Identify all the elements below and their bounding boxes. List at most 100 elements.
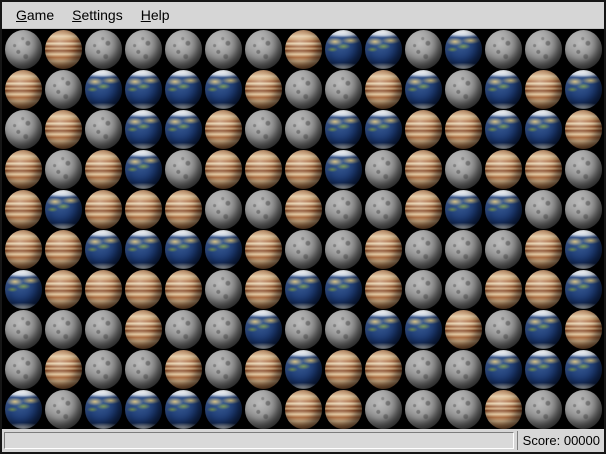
ball-moon[interactable] [205,190,242,229]
ball-jupiter[interactable] [485,270,522,309]
ball-moon[interactable] [525,190,562,229]
ball-earth[interactable] [405,70,442,109]
ball-moon[interactable] [205,30,242,69]
ball-earth[interactable] [165,70,202,109]
ball-jupiter[interactable] [245,270,282,309]
ball-earth[interactable] [365,110,402,149]
ball-moon[interactable] [205,310,242,349]
ball-earth[interactable] [165,230,202,269]
ball-earth[interactable] [485,350,522,389]
ball-moon[interactable] [285,230,322,269]
ball-jupiter[interactable] [405,150,442,189]
ball-earth[interactable] [125,150,162,189]
ball-moon[interactable] [45,70,82,109]
ball-moon[interactable] [125,350,162,389]
ball-earth[interactable] [485,190,522,229]
ball-jupiter[interactable] [245,230,282,269]
ball-jupiter[interactable] [445,310,482,349]
ball-moon[interactable] [285,70,322,109]
ball-jupiter[interactable] [325,390,362,429]
ball-moon[interactable] [5,110,42,149]
ball-moon[interactable] [405,230,442,269]
ball-moon[interactable] [525,30,562,69]
ball-moon[interactable] [405,270,442,309]
ball-jupiter[interactable] [325,350,362,389]
ball-earth[interactable] [285,270,322,309]
ball-moon[interactable] [245,30,282,69]
ball-earth[interactable] [85,390,122,429]
ball-earth[interactable] [565,350,602,389]
ball-jupiter[interactable] [365,70,402,109]
ball-earth[interactable] [125,230,162,269]
ball-moon[interactable] [325,310,362,349]
ball-earth[interactable] [285,350,322,389]
ball-moon[interactable] [445,350,482,389]
ball-moon[interactable] [165,150,202,189]
ball-jupiter[interactable] [5,230,42,269]
ball-earth[interactable] [445,30,482,69]
ball-earth[interactable] [485,110,522,149]
ball-moon[interactable] [485,230,522,269]
ball-moon[interactable] [365,150,402,189]
ball-moon[interactable] [445,230,482,269]
ball-jupiter[interactable] [365,270,402,309]
ball-moon[interactable] [565,390,602,429]
ball-moon[interactable] [365,190,402,229]
ball-moon[interactable] [485,30,522,69]
ball-moon[interactable] [325,70,362,109]
ball-earth[interactable] [205,390,242,429]
ball-earth[interactable] [565,230,602,269]
ball-earth[interactable] [565,70,602,109]
ball-earth[interactable] [525,350,562,389]
ball-jupiter[interactable] [365,350,402,389]
ball-earth[interactable] [325,270,362,309]
ball-jupiter[interactable] [5,70,42,109]
ball-moon[interactable] [245,390,282,429]
menu-item-help[interactable]: Help [132,4,179,26]
ball-jupiter[interactable] [285,190,322,229]
ball-earth[interactable] [165,390,202,429]
ball-jupiter[interactable] [85,150,122,189]
ball-moon[interactable] [5,310,42,349]
ball-moon[interactable] [45,390,82,429]
ball-jupiter[interactable] [5,190,42,229]
ball-earth[interactable] [525,110,562,149]
ball-moon[interactable] [85,310,122,349]
ball-moon[interactable] [325,230,362,269]
ball-earth[interactable] [405,310,442,349]
ball-moon[interactable] [445,70,482,109]
ball-jupiter[interactable] [205,110,242,149]
ball-moon[interactable] [85,350,122,389]
ball-moon[interactable] [285,310,322,349]
ball-moon[interactable] [245,190,282,229]
ball-jupiter[interactable] [245,70,282,109]
ball-moon[interactable] [365,390,402,429]
ball-moon[interactable] [165,30,202,69]
ball-moon[interactable] [485,310,522,349]
ball-moon[interactable] [565,150,602,189]
ball-jupiter[interactable] [165,350,202,389]
ball-moon[interactable] [405,390,442,429]
ball-earth[interactable] [205,230,242,269]
ball-jupiter[interactable] [525,70,562,109]
ball-jupiter[interactable] [45,270,82,309]
ball-moon[interactable] [125,30,162,69]
ball-earth[interactable] [5,390,42,429]
ball-moon[interactable] [85,30,122,69]
ball-jupiter[interactable] [525,270,562,309]
ball-jupiter[interactable] [125,310,162,349]
ball-earth[interactable] [5,270,42,309]
ball-moon[interactable] [565,190,602,229]
ball-jupiter[interactable] [45,230,82,269]
ball-earth[interactable] [125,110,162,149]
ball-jupiter[interactable] [245,150,282,189]
ball-earth[interactable] [485,70,522,109]
ball-moon[interactable] [405,350,442,389]
ball-jupiter[interactable] [445,110,482,149]
ball-moon[interactable] [205,270,242,309]
ball-jupiter[interactable] [285,390,322,429]
ball-earth[interactable] [445,190,482,229]
ball-earth[interactable] [165,110,202,149]
ball-jupiter[interactable] [285,30,322,69]
ball-jupiter[interactable] [125,270,162,309]
